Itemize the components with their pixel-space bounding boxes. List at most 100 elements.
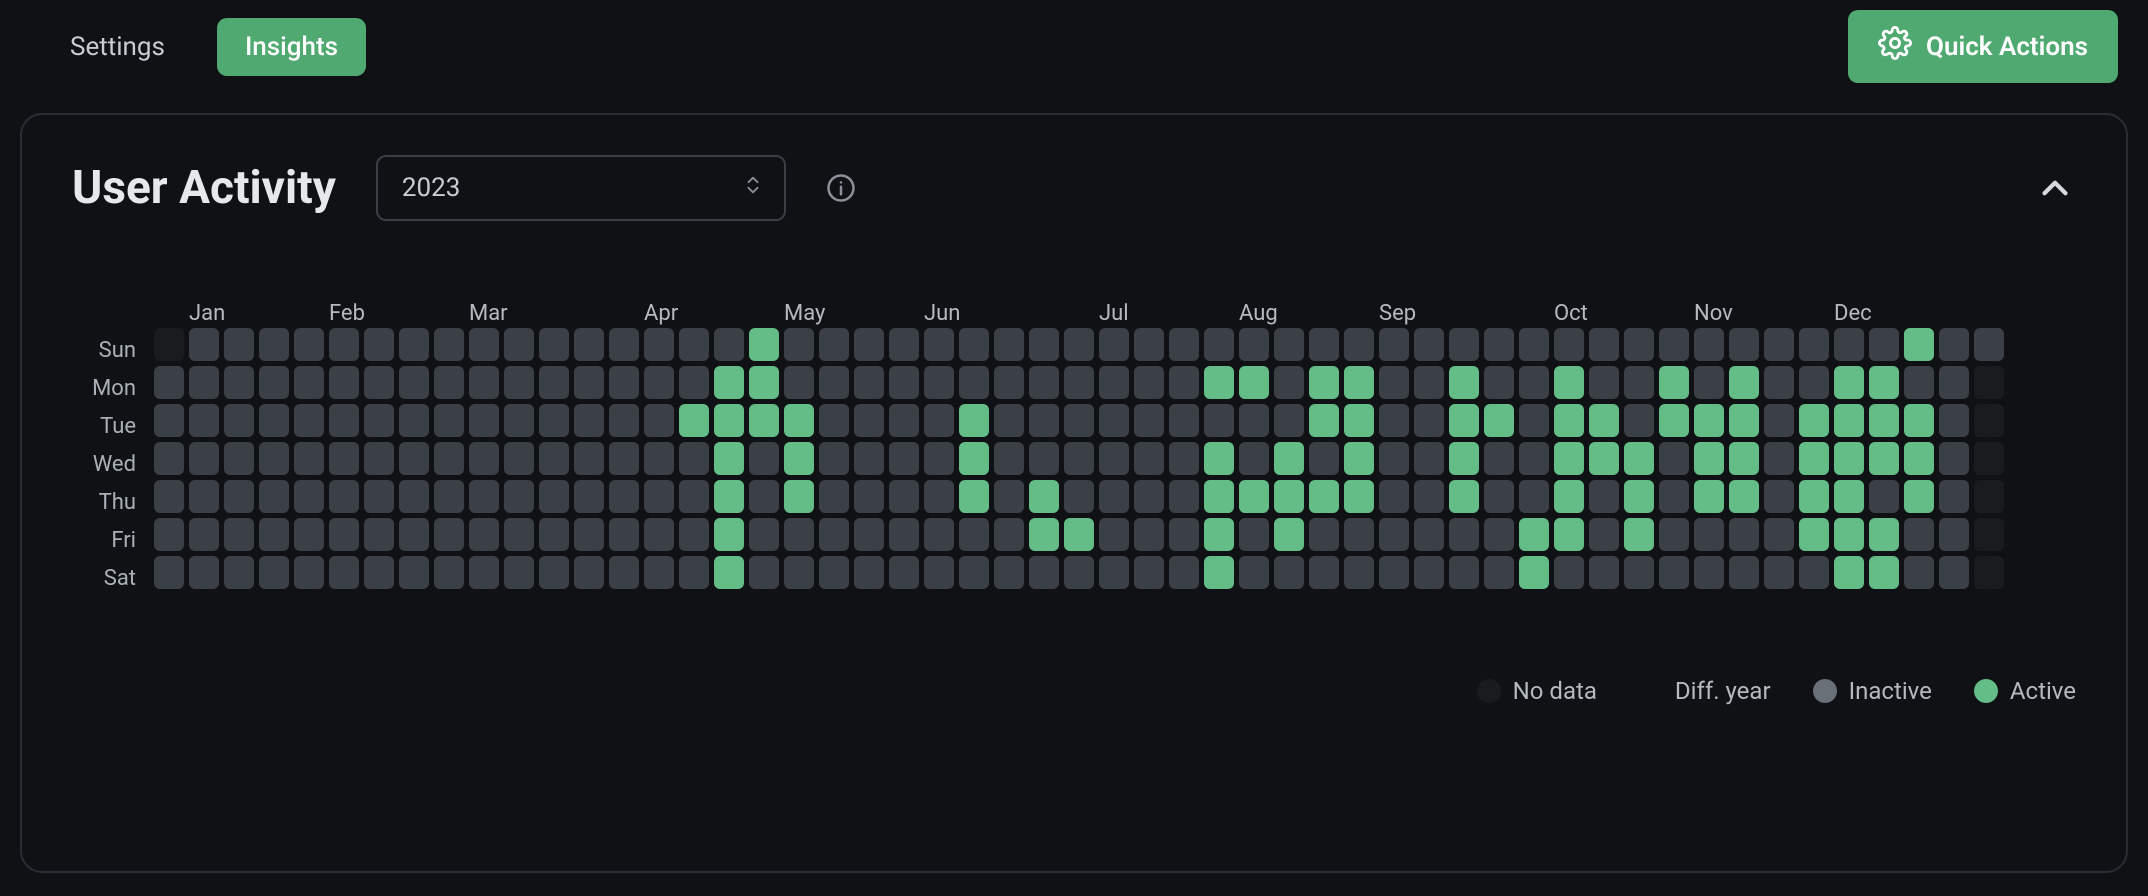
activity-cell[interactable] <box>1064 518 1094 551</box>
activity-cell[interactable] <box>1379 442 1409 475</box>
activity-cell[interactable] <box>819 328 849 361</box>
activity-cell[interactable] <box>539 442 569 475</box>
activity-cell[interactable] <box>1554 366 1584 399</box>
activity-cell[interactable] <box>1974 518 2004 551</box>
activity-cell[interactable] <box>854 404 884 437</box>
activity-cell[interactable] <box>1379 328 1409 361</box>
activity-cell[interactable] <box>1624 442 1654 475</box>
activity-cell[interactable] <box>1589 556 1619 589</box>
activity-cell[interactable] <box>154 518 184 551</box>
activity-cell[interactable] <box>1729 404 1759 437</box>
activity-cell[interactable] <box>1624 556 1654 589</box>
activity-cell[interactable] <box>994 442 1024 475</box>
activity-cell[interactable] <box>1974 480 2004 513</box>
activity-cell[interactable] <box>1834 366 1864 399</box>
activity-cell[interactable] <box>294 518 324 551</box>
activity-cell[interactable] <box>1169 366 1199 399</box>
activity-cell[interactable] <box>1519 442 1549 475</box>
activity-cell[interactable] <box>1659 442 1689 475</box>
activity-cell[interactable] <box>714 556 744 589</box>
activity-cell[interactable] <box>1729 518 1759 551</box>
activity-cell[interactable] <box>1904 404 1934 437</box>
activity-cell[interactable] <box>959 404 989 437</box>
activity-cell[interactable] <box>994 556 1024 589</box>
activity-cell[interactable] <box>714 404 744 437</box>
activity-cell[interactable] <box>1029 518 1059 551</box>
activity-cell[interactable] <box>854 328 884 361</box>
activity-cell[interactable] <box>644 442 674 475</box>
activity-cell[interactable] <box>539 518 569 551</box>
activity-cell[interactable] <box>959 366 989 399</box>
activity-cell[interactable] <box>1239 556 1269 589</box>
activity-cell[interactable] <box>1379 480 1409 513</box>
activity-cell[interactable] <box>1274 556 1304 589</box>
activity-cell[interactable] <box>1659 556 1689 589</box>
activity-cell[interactable] <box>679 518 709 551</box>
activity-cell[interactable] <box>294 480 324 513</box>
activity-cell[interactable] <box>1939 556 1969 589</box>
activity-cell[interactable] <box>329 366 359 399</box>
activity-cell[interactable] <box>1099 442 1129 475</box>
activity-cell[interactable] <box>1064 556 1094 589</box>
activity-cell[interactable] <box>469 404 499 437</box>
activity-cell[interactable] <box>1869 518 1899 551</box>
activity-cell[interactable] <box>1309 518 1339 551</box>
activity-cell[interactable] <box>749 556 779 589</box>
activity-cell[interactable] <box>224 328 254 361</box>
activity-cell[interactable] <box>1204 518 1234 551</box>
activity-cell[interactable] <box>819 366 849 399</box>
activity-cell[interactable] <box>434 442 464 475</box>
activity-cell[interactable] <box>1204 442 1234 475</box>
activity-cell[interactable] <box>889 518 919 551</box>
activity-cell[interactable] <box>1484 556 1514 589</box>
activity-cell[interactable] <box>329 556 359 589</box>
activity-cell[interactable] <box>294 366 324 399</box>
activity-cell[interactable] <box>1659 366 1689 399</box>
activity-cell[interactable] <box>644 556 674 589</box>
activity-cell[interactable] <box>924 556 954 589</box>
activity-cell[interactable] <box>1414 518 1444 551</box>
activity-cell[interactable] <box>644 366 674 399</box>
activity-cell[interactable] <box>1624 328 1654 361</box>
activity-cell[interactable] <box>1694 518 1724 551</box>
activity-cell[interactable] <box>1274 518 1304 551</box>
activity-cell[interactable] <box>1134 518 1164 551</box>
activity-cell[interactable] <box>329 442 359 475</box>
activity-cell[interactable] <box>1799 328 1829 361</box>
activity-cell[interactable] <box>364 442 394 475</box>
activity-cell[interactable] <box>1694 480 1724 513</box>
activity-cell[interactable] <box>1589 328 1619 361</box>
activity-cell[interactable] <box>364 556 394 589</box>
activity-cell[interactable] <box>259 518 289 551</box>
activity-cell[interactable] <box>1204 404 1234 437</box>
activity-cell[interactable] <box>1624 518 1654 551</box>
activity-cell[interactable] <box>1799 442 1829 475</box>
activity-cell[interactable] <box>1554 328 1584 361</box>
activity-cell[interactable] <box>224 366 254 399</box>
activity-cell[interactable] <box>889 480 919 513</box>
activity-cell[interactable] <box>1309 328 1339 361</box>
activity-cell[interactable] <box>1589 442 1619 475</box>
activity-cell[interactable] <box>819 442 849 475</box>
activity-cell[interactable] <box>714 366 744 399</box>
activity-cell[interactable] <box>1799 366 1829 399</box>
activity-cell[interactable] <box>1274 404 1304 437</box>
activity-cell[interactable] <box>1449 518 1479 551</box>
activity-cell[interactable] <box>714 480 744 513</box>
tab-settings[interactable]: Settings <box>42 18 193 76</box>
activity-cell[interactable] <box>609 366 639 399</box>
activity-cell[interactable] <box>189 442 219 475</box>
activity-cell[interactable] <box>469 556 499 589</box>
activity-cell[interactable] <box>609 442 639 475</box>
activity-cell[interactable] <box>364 366 394 399</box>
activity-cell[interactable] <box>1344 404 1374 437</box>
activity-cell[interactable] <box>1554 556 1584 589</box>
activity-cell[interactable] <box>784 518 814 551</box>
activity-cell[interactable] <box>889 404 919 437</box>
activity-cell[interactable] <box>1624 404 1654 437</box>
activity-cell[interactable] <box>819 404 849 437</box>
activity-cell[interactable] <box>1624 480 1654 513</box>
activity-cell[interactable] <box>819 556 849 589</box>
activity-cell[interactable] <box>924 480 954 513</box>
activity-cell[interactable] <box>364 328 394 361</box>
